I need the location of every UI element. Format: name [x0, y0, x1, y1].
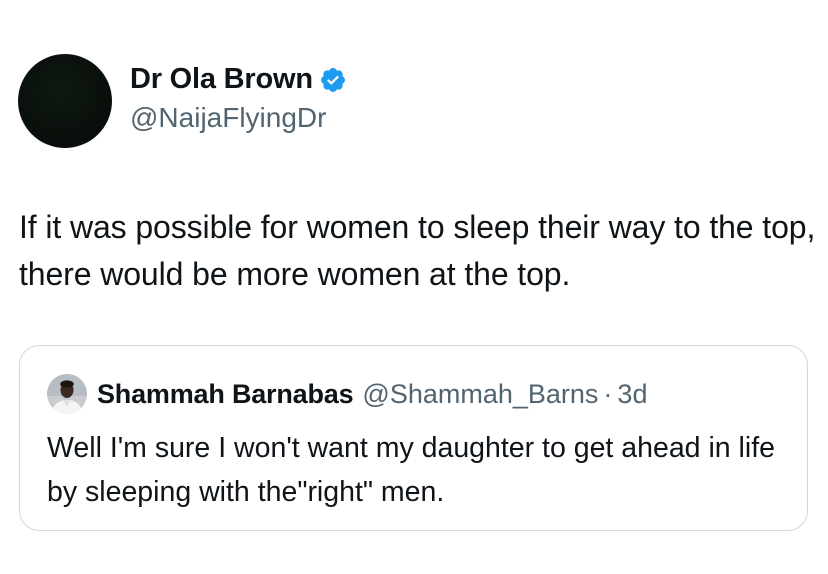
quoted-tweet-timestamp: 3d — [617, 378, 648, 409]
dot-separator: · — [603, 378, 613, 409]
tweet-header: Dr Ola Brown @NaijaFlyingDr — [18, 54, 347, 148]
quoted-author-avatar — [47, 374, 87, 414]
author-handle[interactable]: @NaijaFlyingDr — [130, 101, 347, 135]
author-avatar[interactable] — [18, 54, 112, 148]
quoted-tweet-header: Shammah Barnabas @Shammah_Barns · 3d — [47, 374, 647, 414]
quoted-tweet-card[interactable]: Shammah Barnabas @Shammah_Barns · 3d Wel… — [19, 345, 808, 531]
author-row: Dr Ola Brown — [130, 61, 347, 97]
quoted-author-display-name: Shammah Barnabas — [97, 378, 354, 409]
quoted-tweet-text: Well I'm sure I won't want my daughter t… — [47, 432, 775, 508]
verified-badge-icon — [319, 66, 347, 94]
author-display-name[interactable]: Dr Ola Brown — [130, 61, 313, 97]
quoted-author-handle: @Shammah_Barns — [362, 378, 599, 409]
tweet-text: If it was possible for women to sleep th… — [19, 209, 816, 292]
author-block: Dr Ola Brown @NaijaFlyingDr — [130, 61, 347, 135]
